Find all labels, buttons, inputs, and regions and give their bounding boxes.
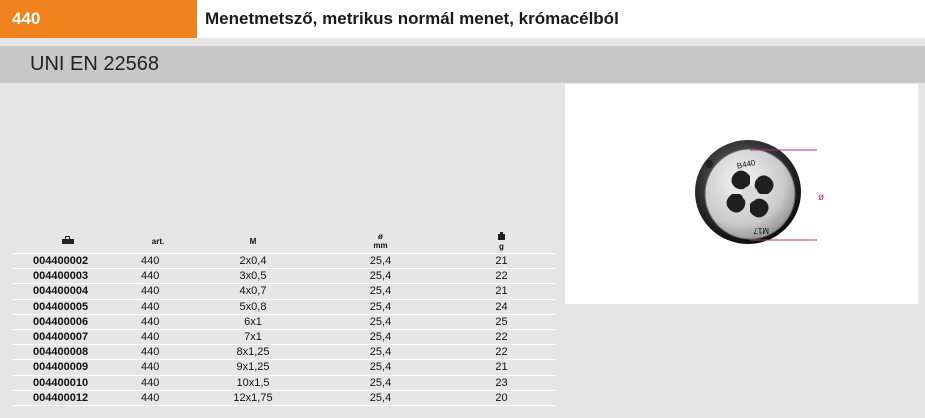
header-diameter-unit: mm [373, 241, 388, 250]
table-row: 004400005 440 5x0,8 25,4 24 [13, 299, 555, 315]
cell-m: 2x0,4 [193, 253, 313, 270]
cell-diameter: 25,4 [313, 344, 448, 361]
cell-code: 004400003 [13, 268, 123, 285]
header-diameter-symbol: ø [378, 232, 383, 241]
cell-m: 12x1,75 [193, 390, 313, 406]
cell-art: 440 [123, 283, 193, 300]
cell-art: 440 [123, 268, 193, 285]
cell-weight: 25 [448, 314, 555, 330]
threading-die-image: B440 M17 ø [695, 140, 824, 244]
cell-code: 004400006 [13, 314, 123, 330]
cell-code: 004400004 [13, 283, 123, 300]
cell-weight: 23 [448, 375, 555, 391]
product-image-panel: B440 M17 ø [565, 84, 918, 304]
header-art: art. [123, 229, 193, 254]
cell-m: 6x1 [193, 314, 313, 330]
table-row: 004400004 440 4x0,7 25,4 21 [13, 283, 555, 300]
cell-art: 440 [123, 329, 193, 346]
set-screw-hole [705, 160, 713, 168]
cell-diameter: 25,4 [313, 390, 448, 406]
die-center [742, 186, 758, 202]
cell-art: 440 [123, 344, 193, 361]
header-diameter: ø mm [313, 229, 448, 254]
header-code [13, 229, 123, 254]
cell-weight: 22 [448, 268, 555, 285]
standard-label: UNI EN 22568 [30, 53, 159, 75]
table-row: 004400003 440 3x0,5 25,4 22 [13, 268, 555, 285]
table-row: 004400002 440 2x0,4 25,4 21 [13, 253, 555, 270]
cell-code: 004400010 [13, 375, 123, 391]
header-bar: 440 Menetmetsző, metrikus normál menet, … [0, 0, 925, 38]
page-title: Menetmetsző, metrikus normál menet, króm… [205, 9, 619, 28]
cell-code: 004400008 [13, 344, 123, 361]
cell-m: 4x0,7 [193, 283, 313, 300]
cell-diameter: 25,4 [313, 314, 448, 330]
cell-code: 004400012 [13, 390, 123, 406]
cell-m: 7x1 [193, 329, 313, 346]
cell-m: 10x1,5 [193, 375, 313, 391]
die-marking-bottom: M17 [753, 226, 769, 235]
cell-art: 440 [123, 375, 193, 391]
cell-weight: 22 [448, 344, 555, 361]
cell-code: 004400005 [13, 299, 123, 315]
cell-diameter: 25,4 [313, 253, 448, 270]
cell-diameter: 25,4 [313, 283, 448, 300]
cell-code: 004400007 [13, 329, 123, 346]
table-header-row: art. M ø mm g [13, 229, 555, 254]
cell-weight: 21 [448, 283, 555, 300]
cell-weight: 21 [448, 253, 555, 270]
table-body: 004400002 440 2x0,4 25,4 21 004400003 440 3x0,5… [13, 253, 555, 406]
cell-diameter: 25,4 [313, 268, 448, 285]
cell-weight: 20 [448, 390, 555, 406]
weight-icon [498, 231, 505, 240]
cell-art: 440 [123, 390, 193, 406]
table-row: 004400012 440 12x1,75 25,4 20 [13, 390, 555, 406]
cell-weight: 21 [448, 359, 555, 376]
standard-bar: UNI EN 22568 [0, 46, 925, 83]
cell-weight: 22 [448, 329, 555, 346]
package-icon [62, 235, 74, 244]
cell-diameter: 25,4 [313, 359, 448, 376]
product-table: art. M ø mm g 004400002 440 2x0,4 25,4 21 004… [13, 229, 555, 406]
cell-art: 440 [123, 253, 193, 270]
cell-diameter: 25,4 [313, 329, 448, 346]
cell-m: 9x1,25 [193, 359, 313, 376]
dimension-label: ø [818, 192, 824, 203]
cell-art: 440 [123, 314, 193, 330]
product-code: 440 [0, 0, 197, 38]
cell-code: 004400009 [13, 359, 123, 376]
cell-diameter: 25,4 [313, 299, 448, 315]
cell-code: 004400002 [13, 253, 123, 270]
header-m: M [193, 229, 313, 254]
table-row: 004400009 440 9x1,25 25,4 21 [13, 359, 555, 376]
cell-art: 440 [123, 359, 193, 376]
table-row: 004400008 440 8x1,25 25,4 22 [13, 344, 555, 361]
header-weight-unit: g [499, 241, 504, 251]
table-row: 004400007 440 7x1 25,4 22 [13, 329, 555, 346]
cell-weight: 24 [448, 299, 555, 315]
cell-m: 3x0,5 [193, 268, 313, 285]
cell-m: 5x0,8 [193, 299, 313, 315]
cell-m: 8x1,25 [193, 344, 313, 361]
table-row: 004400010 440 10x1,5 25,4 23 [13, 375, 555, 391]
cell-art: 440 [123, 299, 193, 315]
cell-diameter: 25,4 [313, 375, 448, 391]
table-row: 004400006 440 6x1 25,4 25 [13, 314, 555, 330]
header-weight: g [448, 229, 555, 254]
